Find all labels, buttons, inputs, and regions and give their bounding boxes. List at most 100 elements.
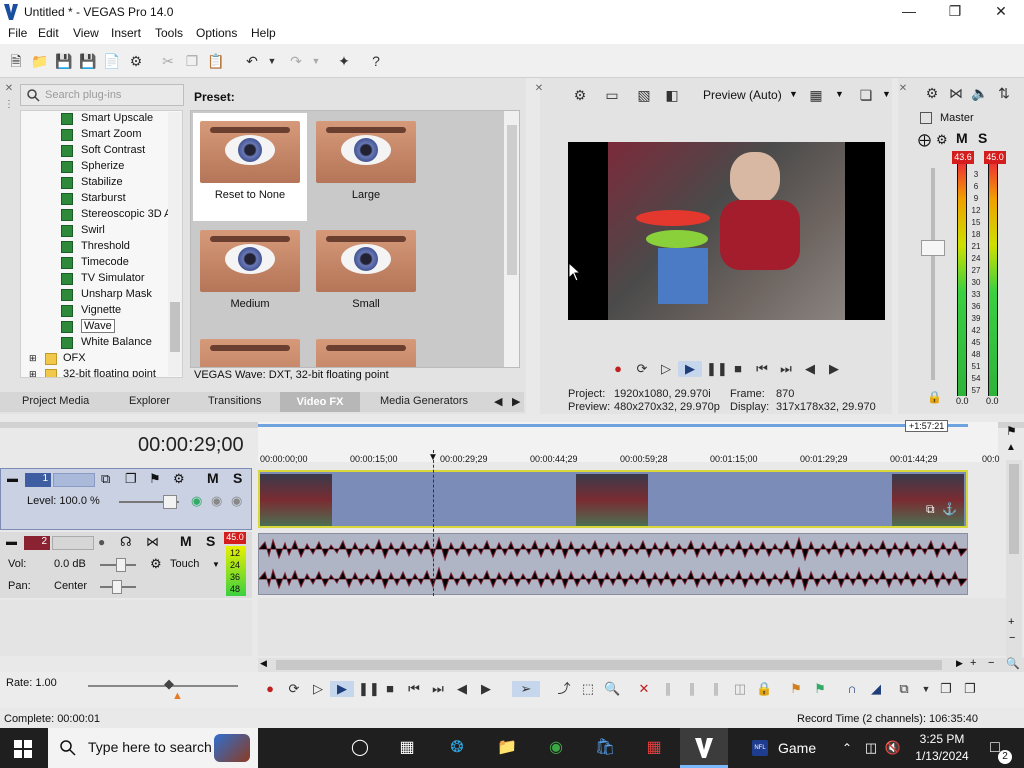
new-icon[interactable]: 🗎 [6, 51, 26, 71]
go-to-end-icon[interactable]: ⏭ [778, 361, 794, 377]
rate-slider-track[interactable] [88, 685, 238, 687]
split-icon[interactable]: ◫ [732, 681, 748, 697]
preset-thumb[interactable] [309, 331, 423, 367]
quality-dropdown-icon[interactable]: ▼ [789, 89, 798, 99]
plugin-tree-scrollbar[interactable] [168, 112, 182, 376]
timeline-vertical-scrollbar[interactable]: + − [1006, 460, 1022, 660]
scroll-left-icon[interactable]: ◀ [260, 658, 267, 669]
play-from-start-icon[interactable]: ▷ [310, 681, 326, 697]
master-fader-handle[interactable] [921, 240, 945, 256]
redo-icon[interactable]: ↷ [286, 51, 306, 71]
open-icon[interactable]: 📁 [30, 51, 50, 71]
play-icon[interactable]: ▶ [678, 361, 702, 377]
master-solo-button[interactable]: S [978, 130, 987, 146]
collapse-icon[interactable]: ▬ [6, 536, 17, 548]
taskbar-search-input[interactable]: Type here to search [48, 728, 258, 768]
tab-explorer[interactable]: Explorer [129, 395, 170, 407]
task-view-icon[interactable]: ◯ [349, 737, 371, 759]
loop-region-bar[interactable] [258, 424, 968, 427]
peak-right-badge[interactable]: 45.0 [984, 151, 1006, 164]
track-fx-icon[interactable]: ⚑ [149, 471, 161, 487]
track-motion-icon[interactable]: ⧉ [101, 471, 110, 487]
microsoft-store-icon[interactable]: 🛍 [594, 737, 616, 759]
clock-date[interactable]: 1/13/2024 [912, 749, 972, 763]
split-screen-icon[interactable]: ▧ [634, 85, 654, 105]
envelope-tool-icon[interactable]: ⤴ [556, 681, 572, 697]
scrollbar-thumb[interactable] [276, 660, 942, 670]
insert-region-icon[interactable]: ⚑ [812, 681, 828, 697]
lock-icon[interactable]: 🔒 [756, 681, 772, 697]
volume-muted-icon[interactable]: 🔇 [882, 737, 904, 759]
menu-options[interactable]: Options [196, 26, 237, 40]
preview-quality-dropdown[interactable]: Preview (Auto) [703, 88, 782, 102]
game-widget-label[interactable]: Game [778, 740, 816, 756]
panel-grip-icon[interactable]: ⋮ [4, 98, 14, 112]
play-icon[interactable]: ▶ [330, 681, 354, 697]
overlays-dropdown-icon[interactable]: ▼ [835, 89, 844, 99]
play-from-start-icon[interactable]: ▷ [658, 361, 674, 377]
collapse-icon[interactable]: ▬ [7, 473, 18, 485]
copy-icon[interactable]: ❐ [182, 51, 202, 71]
panel-close-icon[interactable]: ✕ [4, 82, 14, 96]
lock-faders-icon[interactable]: ⇅ [994, 83, 1014, 103]
scrollbar-thumb[interactable] [1009, 464, 1019, 554]
selection-tool-icon[interactable]: ⬚ [580, 681, 596, 697]
level-slider-handle[interactable] [163, 495, 177, 509]
pan-slider-handle[interactable] [112, 580, 122, 594]
master-mute-button[interactable]: M [956, 130, 968, 146]
stop-icon[interactable]: ■ [730, 361, 746, 377]
ripple-dropdown-icon[interactable]: ▼ [918, 681, 934, 697]
save-icon[interactable]: 💾 [54, 51, 74, 71]
preset-thumb[interactable] [193, 331, 307, 367]
more-dropdown-icon[interactable]: ▼ [882, 89, 891, 99]
scrollbar-thumb[interactable] [170, 302, 180, 352]
invert-phase-icon[interactable]: ☊ [120, 534, 132, 550]
dim-output-icon[interactable]: 🔈 [970, 83, 990, 103]
scroll-right-icon[interactable]: ▶ [956, 658, 963, 669]
vegas-taskbar-button[interactable] [680, 728, 728, 768]
peak-left-badge[interactable]: 43.6 [952, 151, 974, 164]
winrar-icon[interactable]: ▦ [643, 737, 665, 759]
panel-close-icon[interactable]: ✕ [534, 82, 544, 96]
widgets-icon[interactable]: ▦ [396, 737, 418, 759]
mixer-properties-gear-icon[interactable]: ⚙ [922, 83, 942, 103]
snapping-icon[interactable]: ∩ [844, 681, 860, 697]
zoom-tool-icon[interactable]: 🔍 [604, 681, 620, 697]
trim-start-icon[interactable]: ∥ [684, 681, 700, 697]
maximize-button[interactable]: ❐ [932, 0, 978, 24]
menu-insert[interactable]: Insert [111, 26, 141, 40]
zoom-tool-icon[interactable]: 🔍 [1006, 657, 1020, 670]
preset-thumb-selected[interactable]: Reset to None [193, 113, 307, 221]
marker-flag-icon[interactable]: ⚑ [1006, 424, 1017, 438]
arm-record-icon[interactable]: ● [98, 535, 105, 549]
event-pan-crop-icon[interactable]: ⧉ [926, 502, 935, 517]
close-button[interactable]: ✕ [978, 0, 1024, 24]
audio-solo-button[interactable]: S [206, 533, 215, 549]
loop-playback-icon[interactable]: ⟳ [634, 361, 650, 377]
lock-envelopes-icon[interactable]: ❐ [962, 681, 978, 697]
cut-icon[interactable]: ✂ [158, 51, 178, 71]
stop-icon[interactable]: ■ [382, 681, 398, 697]
audio-mute-button[interactable]: M [180, 533, 192, 549]
track-name-field[interactable] [52, 536, 94, 550]
video-event[interactable]: ⧉ ⚓ [258, 470, 968, 528]
record-icon[interactable]: ● [610, 361, 626, 377]
tab-media-generators[interactable]: Media Generators [380, 395, 468, 407]
pause-icon[interactable]: ❚❚ [358, 681, 380, 697]
timeline-horizontal-scrollbar[interactable]: ◀ ▶ + − 🔍 [258, 657, 1024, 672]
external-monitor-icon[interactable]: ▭ [602, 85, 622, 105]
menu-help[interactable]: Help [251, 26, 276, 40]
make-compositing-child-icon[interactable]: ◉ [231, 493, 242, 509]
menu-file[interactable]: File [8, 26, 27, 40]
tab-transitions[interactable]: Transitions [208, 395, 261, 407]
football-search-highlight-icon[interactable] [214, 734, 250, 762]
audio-event[interactable] [258, 533, 968, 595]
next-frame-icon[interactable]: ▶ [478, 681, 494, 697]
insert-marker-icon[interactable]: ⚑ [788, 681, 804, 697]
ripple-edit-icon[interactable]: ⧉ [896, 681, 912, 697]
save-as-icon[interactable]: 💾 [78, 51, 98, 71]
undo-dropdown-icon[interactable]: ▼ [262, 51, 282, 71]
go-to-end-icon[interactable]: ⏭ [430, 681, 446, 697]
compositing-mode-icon[interactable]: ⚙ [173, 471, 185, 487]
master-select-checkbox[interactable] [920, 112, 932, 124]
